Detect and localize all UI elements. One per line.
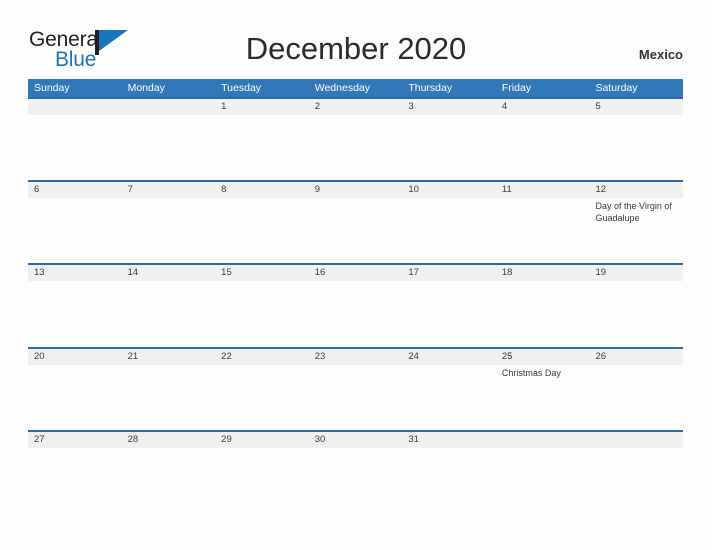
calendar-table: Sunday Monday Tuesday Wednesday Thursday… bbox=[28, 79, 683, 464]
day-number[interactable]: 30 bbox=[309, 432, 403, 448]
day-number[interactable]: 9 bbox=[309, 182, 403, 198]
week-event-band: Day of the Virgin of Guadalupe bbox=[28, 198, 683, 263]
calendar-week-row: 13 14 15 16 17 18 19 bbox=[28, 263, 683, 347]
day-event bbox=[309, 115, 403, 180]
day-number[interactable]: 17 bbox=[402, 265, 496, 281]
day-event bbox=[309, 198, 403, 263]
day-number[interactable]: 13 bbox=[28, 265, 122, 281]
day-event bbox=[28, 115, 122, 180]
day-number[interactable]: 16 bbox=[309, 265, 403, 281]
day-number[interactable]: 21 bbox=[122, 349, 216, 365]
day-event bbox=[122, 448, 216, 464]
region-label: Mexico bbox=[638, 47, 683, 62]
weekday-header-thursday: Thursday bbox=[408, 82, 453, 94]
weekday-header-saturday: Saturday bbox=[595, 82, 638, 94]
week-date-band: 20 21 22 23 24 25 26 bbox=[28, 349, 683, 365]
day-number[interactable]: 12 bbox=[589, 182, 683, 198]
day-number[interactable]: 4 bbox=[496, 99, 590, 115]
day-event bbox=[28, 365, 122, 430]
day-event bbox=[28, 281, 122, 347]
day-number[interactable]: 6 bbox=[28, 182, 122, 198]
weekday-header-row: Sunday Monday Tuesday Wednesday Thursday… bbox=[28, 79, 683, 97]
day-event bbox=[28, 448, 122, 464]
day-event bbox=[402, 281, 496, 347]
day-event bbox=[402, 198, 496, 263]
day-event bbox=[215, 198, 309, 263]
day-event: Day of the Virgin of Guadalupe bbox=[595, 201, 672, 223]
day-event bbox=[309, 281, 403, 347]
day-number[interactable]: 5 bbox=[589, 99, 683, 115]
day-number[interactable]: 22 bbox=[215, 349, 309, 365]
day-number[interactable]: 1 bbox=[215, 99, 309, 115]
day-number[interactable] bbox=[589, 432, 683, 448]
day-number[interactable]: 26 bbox=[589, 349, 683, 365]
calendar-week-row: 20 21 22 23 24 25 26 Christmas Day bbox=[28, 347, 683, 430]
week-event-band: Christmas Day bbox=[28, 365, 683, 430]
week-event-band bbox=[28, 448, 683, 464]
day-event bbox=[122, 281, 216, 347]
week-date-band: 6 7 8 9 10 11 12 bbox=[28, 182, 683, 198]
day-event bbox=[402, 448, 496, 464]
day-event bbox=[402, 365, 496, 430]
day-number[interactable]: 10 bbox=[402, 182, 496, 198]
calendar-page: General Blue December 2020 Mexico Sunday… bbox=[0, 0, 712, 550]
day-event bbox=[215, 448, 309, 464]
day-event bbox=[122, 115, 216, 180]
day-event bbox=[28, 198, 122, 263]
day-number[interactable]: 20 bbox=[28, 349, 122, 365]
day-event bbox=[122, 198, 216, 263]
day-number[interactable]: 7 bbox=[122, 182, 216, 198]
day-number[interactable] bbox=[122, 99, 216, 115]
day-number[interactable]: 3 bbox=[402, 99, 496, 115]
day-event bbox=[589, 281, 683, 347]
day-number[interactable]: 29 bbox=[215, 432, 309, 448]
day-event bbox=[402, 115, 496, 180]
week-date-band: 1 2 3 4 5 bbox=[28, 99, 683, 115]
day-event bbox=[215, 115, 309, 180]
day-number[interactable]: 25 bbox=[496, 349, 590, 365]
weekday-header-monday: Monday bbox=[127, 82, 165, 94]
week-event-band bbox=[28, 115, 683, 180]
page-title: December 2020 bbox=[245, 31, 467, 66]
day-event: Christmas Day bbox=[501, 368, 561, 378]
page-header: General Blue December 2020 Mexico bbox=[0, 0, 712, 78]
day-number[interactable]: 28 bbox=[122, 432, 216, 448]
day-event bbox=[215, 281, 309, 347]
weekday-header-sunday: Sunday bbox=[34, 82, 70, 94]
day-number[interactable]: 15 bbox=[215, 265, 309, 281]
day-event bbox=[309, 448, 403, 464]
day-number[interactable]: 23 bbox=[309, 349, 403, 365]
day-event bbox=[496, 115, 590, 180]
day-number[interactable]: 2 bbox=[309, 99, 403, 115]
week-event-band bbox=[28, 281, 683, 347]
day-number[interactable] bbox=[496, 432, 590, 448]
day-number[interactable]: 18 bbox=[496, 265, 590, 281]
day-event bbox=[589, 448, 683, 464]
weekday-header-wednesday: Wednesday bbox=[314, 82, 370, 94]
day-event bbox=[589, 365, 683, 430]
calendar-week-row: 1 2 3 4 5 bbox=[28, 97, 683, 180]
day-event bbox=[589, 115, 683, 180]
day-event bbox=[122, 365, 216, 430]
day-event bbox=[496, 448, 590, 464]
calendar-week-row: 6 7 8 9 10 11 12 Day of the Virgin of Gu… bbox=[28, 180, 683, 263]
weekday-header-tuesday: Tuesday bbox=[221, 82, 262, 94]
day-event bbox=[309, 365, 403, 430]
day-number[interactable]: 19 bbox=[589, 265, 683, 281]
day-number[interactable] bbox=[28, 99, 122, 115]
day-number[interactable]: 8 bbox=[215, 182, 309, 198]
day-number[interactable]: 31 bbox=[402, 432, 496, 448]
day-event bbox=[496, 198, 590, 263]
weekday-header-friday: Friday bbox=[501, 82, 532, 94]
day-number[interactable]: 24 bbox=[402, 349, 496, 365]
week-date-band: 27 28 29 30 31 bbox=[28, 432, 683, 448]
calendar-week-row: 27 28 29 30 31 bbox=[28, 430, 683, 464]
week-date-band: 13 14 15 16 17 18 19 bbox=[28, 265, 683, 281]
day-number[interactable]: 11 bbox=[496, 182, 590, 198]
day-number[interactable]: 14 bbox=[122, 265, 216, 281]
day-event bbox=[215, 365, 309, 430]
day-number[interactable]: 27 bbox=[28, 432, 122, 448]
day-event bbox=[496, 281, 590, 347]
